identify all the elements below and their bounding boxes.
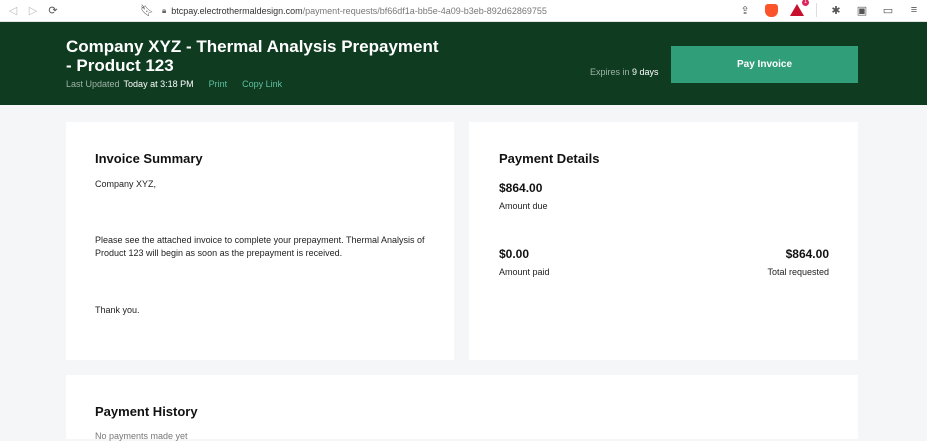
payment-history-empty: No payments made yet [95,431,188,441]
payment-details-card: Payment Details $864.00 Amount due $0.00… [469,122,858,360]
print-link[interactable]: Print [209,79,228,89]
payment-request-header: Company XYZ - Thermal Analysis Prepaymen… [0,22,927,105]
lock-icon: 🔒︎ [162,5,167,15]
back-icon[interactable]: ◁ [6,4,20,18]
invoice-summary-title: Invoice Summary [95,151,203,166]
url-path: /payment-requests/bf66df1a-bb5e-4a09-b3e… [302,5,547,16]
last-updated-row: Last Updated Today at 3:18 PM Print Copy… [66,79,282,89]
payment-history-title: Payment History [95,404,198,419]
brave-shield-icon[interactable] [764,3,778,17]
payment-history-card: Payment History No payments made yet [66,375,858,441]
invoice-summary-card: Invoice Summary Company XYZ, Please see … [66,122,454,360]
reload-icon[interactable]: ⟳ [46,4,60,18]
summary-greeting: Company XYZ, [95,179,157,189]
last-updated-label: Last Updated [66,79,120,89]
payment-details-title: Payment Details [499,151,600,166]
amount-due-label: Amount due [499,201,548,211]
url-host: btcpay.electrothermaldesign.com [171,5,303,16]
page-title: Company XYZ - Thermal Analysis Prepaymen… [66,37,439,75]
notification-badge: 1 [801,0,810,7]
amount-paid-label: Amount paid [499,267,550,277]
summary-closing: Thank you. [95,305,140,315]
sidebar-icon[interactable]: ▣ [855,3,869,17]
pay-invoice-button[interactable]: Pay Invoice [671,46,858,83]
total-requested-label: Total requested [767,267,829,277]
summary-body: Please see the attached invoice to compl… [95,235,425,258]
copy-link[interactable]: Copy Link [242,79,282,89]
total-requested-value: $864.00 [785,247,829,261]
brave-rewards-icon[interactable]: 1 [790,0,810,17]
bookmark-icon[interactable]: 🔖︎ [140,4,154,18]
wallet-icon[interactable]: ▭ [881,3,895,17]
last-updated-value: Today at 3:18 PM [123,79,194,89]
expires-label: Expires in [590,67,630,77]
toolbar-divider [816,3,817,17]
forward-icon[interactable]: ▷ [26,4,40,18]
amount-due-value: $864.00 [499,181,543,195]
address-bar[interactable]: 🔒︎ btcpay.electrothermaldesign.com/payme… [162,6,682,16]
extensions-icon[interactable]: ✱ [829,3,843,17]
amount-paid-value: $0.00 [499,247,530,261]
expiry-notice: Expires in 9 days [590,67,659,77]
browser-toolbar: ◁ ▷ ⟳ 🔖︎ 🔒︎ btcpay.electrothermaldesign.… [0,0,927,22]
share-icon[interactable]: ⇪ [738,3,752,17]
menu-icon[interactable]: ≡ [907,3,921,17]
expires-value: 9 days [632,67,659,77]
